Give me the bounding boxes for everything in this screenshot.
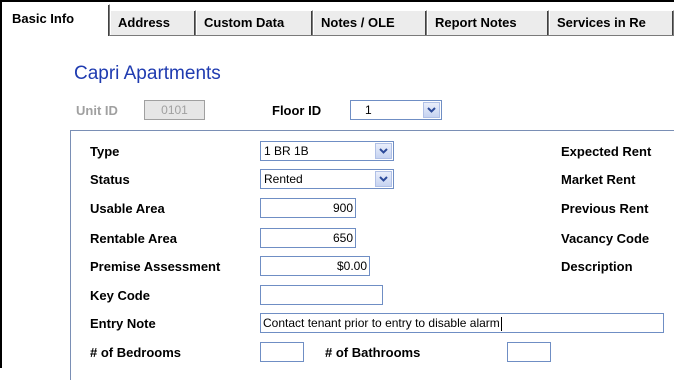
vacancy-code-label: Vacancy Code: [561, 231, 650, 246]
bathrooms-field[interactable]: [507, 342, 551, 362]
floor-id-select[interactable]: 1: [350, 100, 442, 120]
previous-rent-label: Previous Rent: [561, 201, 649, 216]
usable-area-label: Usable Area: [90, 201, 165, 216]
bedrooms-field[interactable]: [260, 342, 304, 362]
bedrooms-label: # of Bedrooms: [90, 345, 182, 360]
description-label: Description: [561, 259, 633, 274]
key-code-label: Key Code: [90, 288, 150, 303]
entry-note-value: Contact tenant prior to entry to disable…: [263, 316, 500, 330]
chevron-down-icon[interactable]: [375, 171, 392, 187]
market-rent-label: Market Rent: [561, 172, 636, 187]
tab-notes-ole[interactable]: Notes / OLE: [313, 10, 427, 35]
text-caret: [500, 316, 502, 331]
usable-area-field[interactable]: 900: [260, 198, 356, 218]
rentable-area-label: Rentable Area: [90, 231, 177, 246]
expected-rent-label: Expected Rent: [561, 144, 652, 159]
property-title: Capri Apartments: [74, 63, 221, 84]
key-code-field[interactable]: [260, 285, 383, 305]
floor-id-value: 1: [365, 103, 372, 117]
tab-basic-info[interactable]: Basic Info: [4, 4, 110, 36]
status-value: Rented: [264, 172, 303, 186]
tab-address[interactable]: Address: [110, 10, 196, 35]
chevron-down-icon[interactable]: [423, 102, 440, 118]
premise-assessment-label: Premise Assessment: [90, 259, 221, 274]
premise-assessment-field[interactable]: $0.00: [260, 256, 370, 276]
bathrooms-label: # of Bathrooms: [325, 345, 421, 360]
tab-services[interactable]: Services in Re: [549, 10, 674, 35]
status-label: Status: [90, 172, 130, 187]
tab-report-notes[interactable]: Report Notes: [427, 10, 549, 35]
floor-id-label: Floor ID: [272, 103, 322, 118]
tab-strip: Basic Info Address Custom Data Notes / O…: [4, 0, 674, 36]
entry-note-field[interactable]: Contact tenant prior to entry to disable…: [260, 313, 664, 333]
unit-id-field: 0101: [144, 100, 205, 120]
chevron-down-icon[interactable]: [375, 143, 392, 159]
status-select[interactable]: Rented: [260, 169, 394, 189]
unit-details-panel: [70, 130, 674, 380]
tab-custom-data[interactable]: Custom Data: [196, 10, 313, 35]
unit-id-label: Unit ID: [76, 103, 118, 118]
type-label: Type: [90, 144, 120, 159]
entry-note-label: Entry Note: [90, 316, 156, 331]
type-value: 1 BR 1B: [264, 144, 309, 158]
rentable-area-field[interactable]: 650: [260, 228, 356, 248]
type-select[interactable]: 1 BR 1B: [260, 141, 394, 161]
